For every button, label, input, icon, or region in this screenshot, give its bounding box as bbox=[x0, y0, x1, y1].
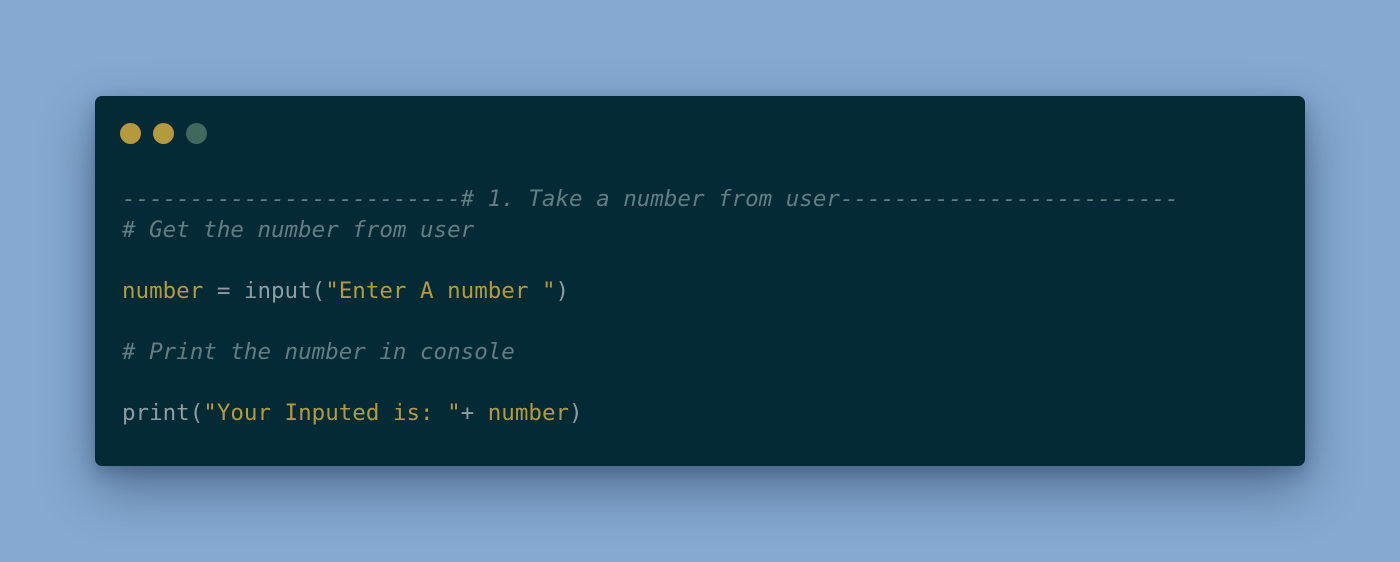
window-controls bbox=[120, 123, 207, 144]
assign-operator: = bbox=[203, 277, 244, 304]
close-dot-icon[interactable] bbox=[120, 123, 141, 144]
print-string: "Your Inputed is: " bbox=[203, 399, 461, 426]
code-line-6: # Print the number in console bbox=[122, 337, 1179, 368]
code-line-2: # Get the number from user bbox=[122, 215, 1179, 246]
code-block: -------------------------# 1. Take a num… bbox=[122, 184, 1179, 428]
input-prompt-string: "Enter A number " bbox=[325, 277, 556, 304]
print-function: print( bbox=[122, 399, 204, 426]
input-function: input( bbox=[243, 277, 326, 304]
code-window: -------------------------# 1. Take a num… bbox=[95, 96, 1305, 466]
number-variable: number bbox=[122, 277, 204, 304]
minimize-dot-icon[interactable] bbox=[153, 123, 174, 144]
get-number-comment: # Get the number from user bbox=[122, 216, 475, 243]
section-header-comment: -------------------------# 1. Take a num… bbox=[122, 186, 1179, 212]
number-variable-ref: number bbox=[487, 399, 570, 426]
maximize-dot-icon[interactable] bbox=[186, 123, 207, 144]
code-line-1: -------------------------# 1. Take a num… bbox=[122, 184, 1179, 215]
code-line-8: print("Your Inputed is: "+ number) bbox=[122, 398, 1179, 429]
concat-operator: + bbox=[460, 399, 488, 426]
print-close-paren: ) bbox=[569, 399, 583, 426]
print-comment: # Print the number in console bbox=[122, 338, 515, 365]
code-line-4: number = input("Enter A number ") bbox=[122, 276, 1179, 307]
input-close-paren: ) bbox=[555, 277, 570, 304]
